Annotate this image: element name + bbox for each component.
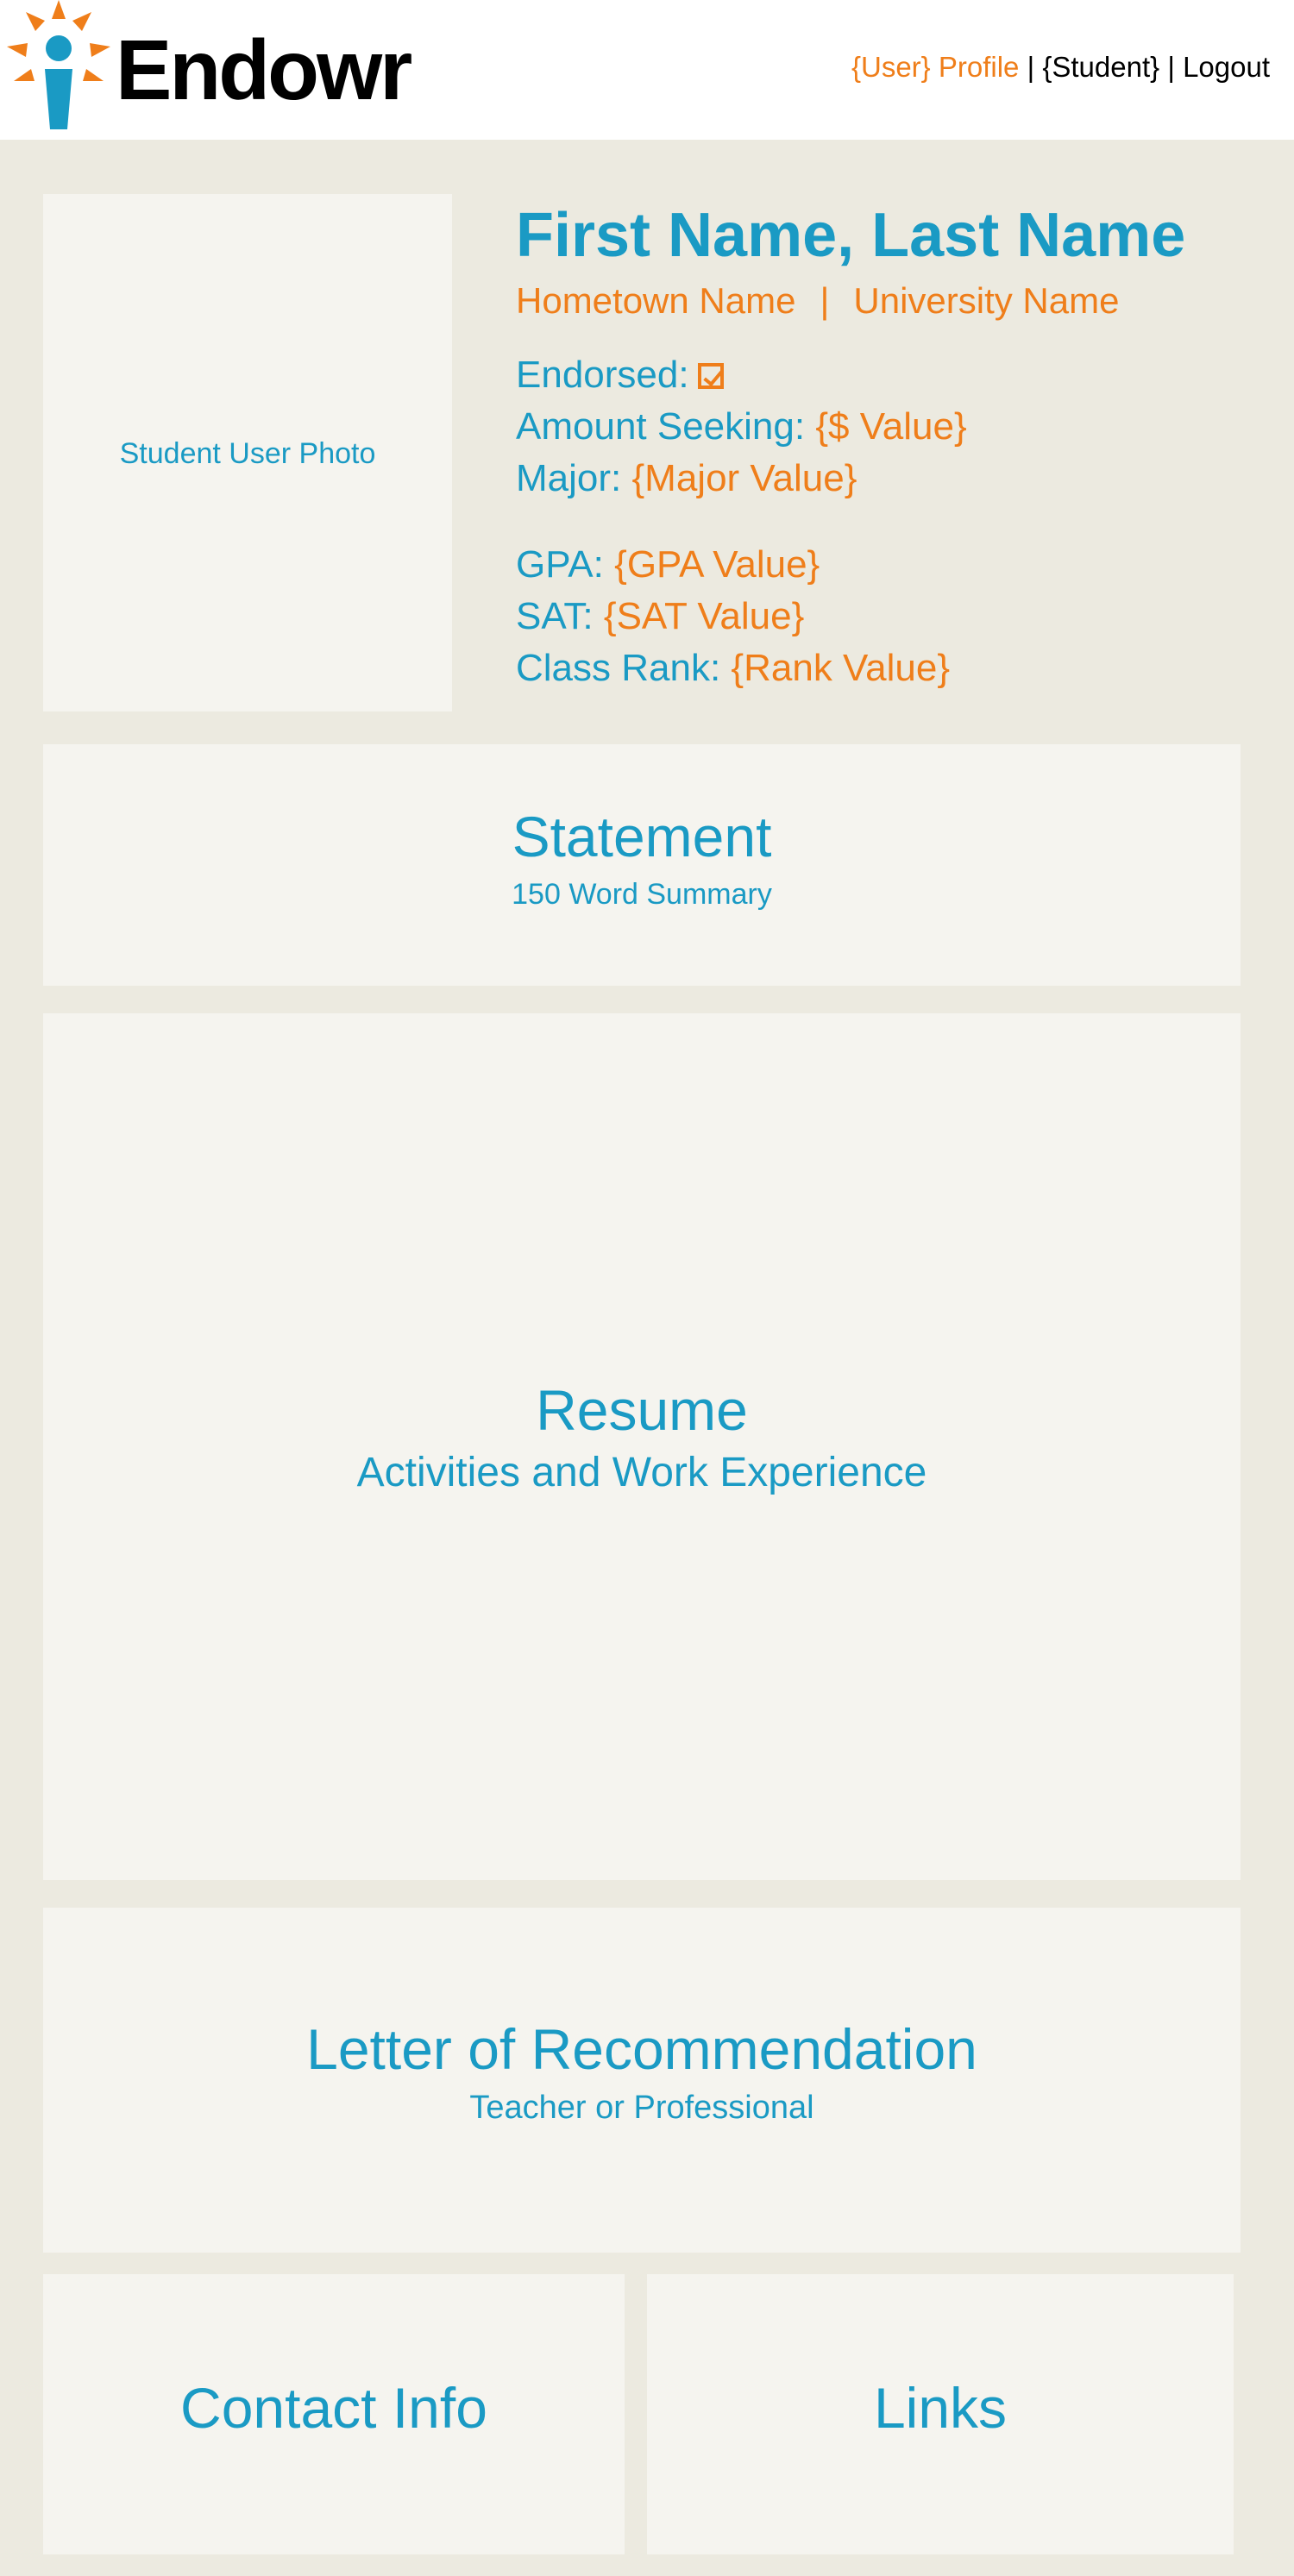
endowr-logo-icon[interactable]: [7, 0, 110, 131]
hometown-name: Hometown Name: [516, 280, 796, 321]
links-title: Links: [873, 2376, 1008, 2440]
checkbox-checked-icon: [697, 363, 724, 389]
gpa-row: GPA: {GPA Value}: [516, 539, 1275, 591]
sat-row: SAT: {SAT Value}: [516, 591, 1275, 642]
university-name: University Name: [853, 280, 1120, 321]
recommendation-section[interactable]: Letter of Recommendation Teacher or Prof…: [43, 1908, 1241, 2253]
statement-subtitle: 150 Word Summary: [512, 878, 772, 911]
rank-value: {Rank Value}: [731, 647, 951, 689]
amount-label: Amount Seeking:: [516, 405, 806, 448]
recommendation-subtitle: Teacher or Professional: [469, 2090, 814, 2126]
resume-subtitle: Activities and Work Experience: [356, 1450, 927, 1495]
sat-value: {SAT Value}: [603, 595, 805, 637]
links-section[interactable]: Links: [647, 2274, 1234, 2554]
gpa-label: GPA:: [516, 543, 604, 586]
sat-label: SAT:: [516, 595, 594, 637]
statement-section[interactable]: Statement 150 Word Summary: [43, 744, 1241, 986]
nav-separator: |: [1167, 51, 1175, 83]
endorsed-row: Endorsed:: [516, 349, 1275, 401]
photo-label: Student User Photo: [119, 437, 376, 470]
major-row: Major: {Major Value}: [516, 453, 1275, 505]
contact-info-title: Contact Info: [180, 2376, 487, 2440]
header-bar: Endowr {User} Profile | {Student} | Logo…: [0, 0, 1294, 140]
statement-title: Statement: [512, 805, 772, 868]
class-rank-row: Class Rank: {Rank Value}: [516, 642, 1275, 694]
amount-value: {$ Value}: [815, 405, 967, 448]
student-name: First Name, Last Name: [516, 201, 1186, 270]
endorsed-label: Endorsed:: [516, 354, 689, 396]
student-link[interactable]: {Student}: [1042, 51, 1159, 83]
major-label: Major:: [516, 457, 622, 499]
nav-separator: |: [1027, 51, 1035, 83]
resume-title: Resume: [536, 1378, 748, 1442]
student-photo-placeholder[interactable]: Student User Photo: [43, 194, 452, 711]
amount-seeking-row: Amount Seeking: {$ Value}: [516, 401, 1275, 453]
contact-info-section[interactable]: Contact Info: [43, 2274, 625, 2554]
student-info: First Name, Last Name Hometown Name | Univ…: [516, 194, 1275, 694]
rank-label: Class Rank:: [516, 647, 721, 689]
logout-link[interactable]: Logout: [1183, 51, 1270, 83]
resume-section[interactable]: Resume Activities and Work Experience: [43, 1013, 1241, 1880]
user-profile-link[interactable]: {User} Profile: [851, 51, 1019, 83]
recommendation-title: Letter of Recommendation: [306, 2017, 977, 2081]
student-location-line: Hometown Name | University Name: [516, 277, 1275, 325]
top-navigation: {User} Profile | {Student} | Logout: [851, 48, 1270, 86]
gpa-value: {GPA Value}: [614, 543, 820, 586]
divider: |: [820, 280, 830, 321]
logo-wordmark[interactable]: Endowr: [116, 22, 412, 117]
major-value: {Major Value}: [631, 457, 857, 499]
